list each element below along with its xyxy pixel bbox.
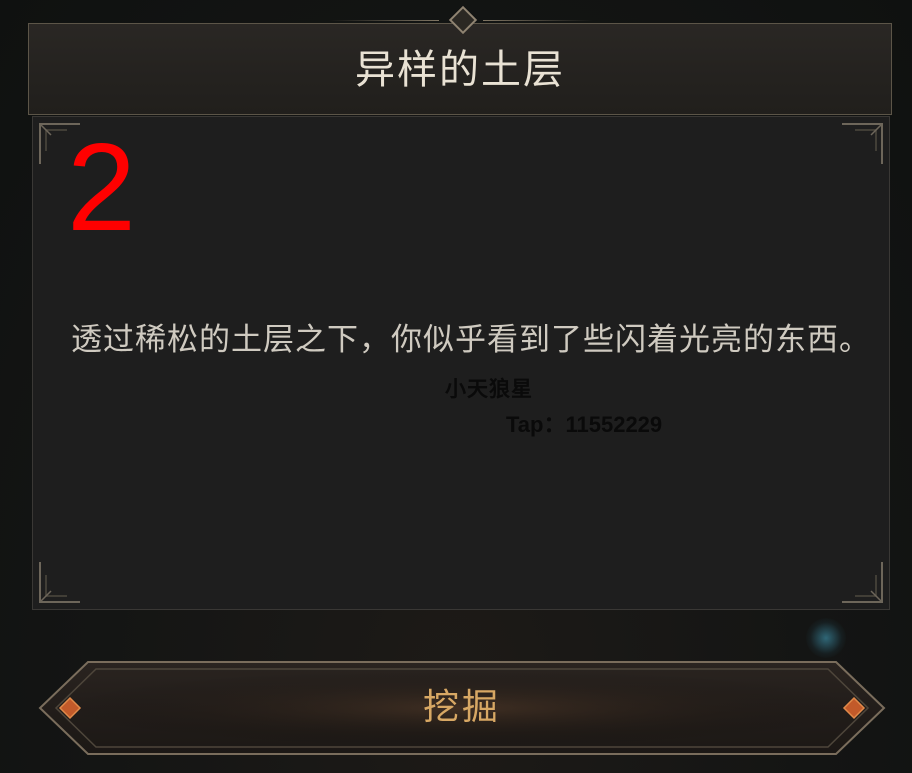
corner-ornament-icon bbox=[839, 121, 885, 167]
watermark-tap-id: Tap：11552229 bbox=[506, 412, 663, 437]
dialog-content-panel: 2 透过稀松的土层之下，你似乎看到了些闪着光亮的东西。 小天狼星 Tap：115… bbox=[32, 116, 890, 610]
step-number-annotation: 2 bbox=[67, 119, 136, 257]
watermark-author: 小天狼星 bbox=[445, 377, 533, 401]
dialog-title: 异样的土层 bbox=[355, 47, 565, 93]
corner-ornament-icon bbox=[839, 559, 885, 605]
title-ornament-line-right bbox=[483, 20, 593, 21]
dig-button[interactable]: 挖掘 bbox=[36, 658, 888, 758]
dig-button-label: 挖掘 bbox=[422, 687, 501, 728]
game-screen: 异样的土层 2 透过稀松的土层之下，你似乎看到了些闪着光亮的东西。 小天狼星 T… bbox=[0, 0, 912, 773]
title-ornament-line-left bbox=[329, 20, 439, 21]
event-dialog: 异样的土层 2 透过稀松的土层之下，你似乎看到了些闪着光亮的东西。 小天狼星 T… bbox=[28, 5, 892, 612]
dialog-title-bar: 异样的土层 bbox=[28, 5, 892, 115]
event-description: 透过稀松的土层之下，你似乎看到了些闪着光亮的东西。 bbox=[71, 322, 871, 358]
corner-ornament-icon bbox=[37, 559, 83, 605]
background-crystal-glow bbox=[806, 618, 846, 658]
